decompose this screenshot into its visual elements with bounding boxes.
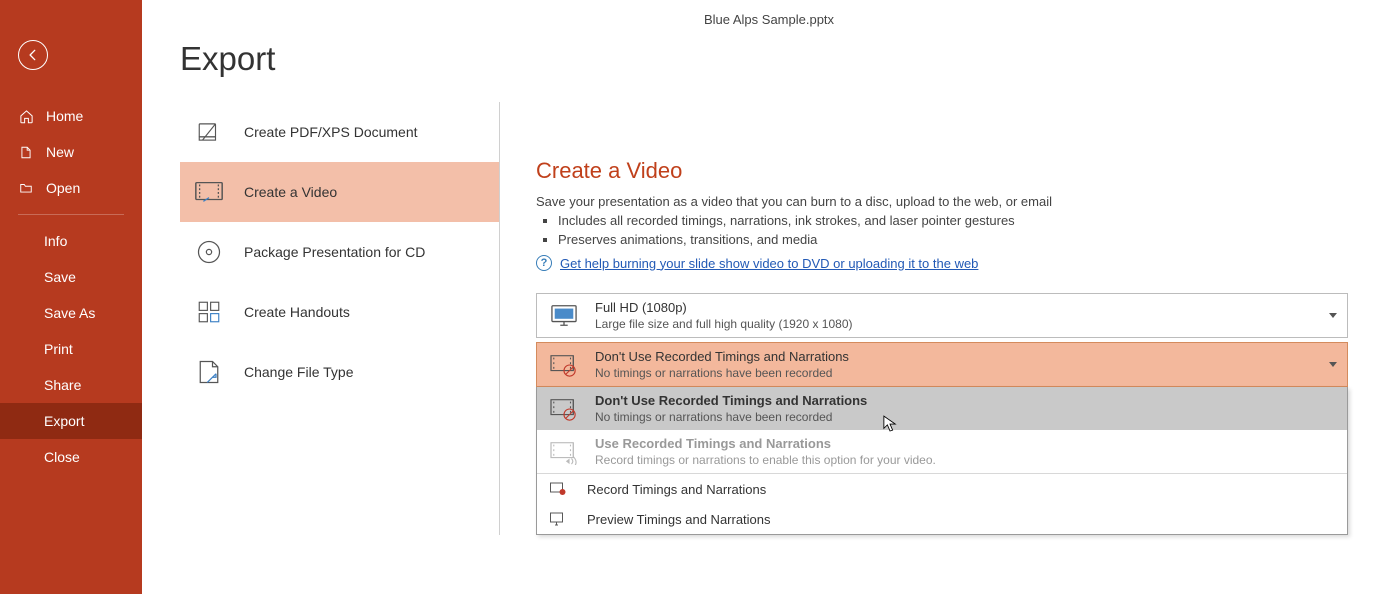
dropdown-title: Don't Use Recorded Timings and Narration…	[595, 349, 1321, 364]
sidebar-item-open[interactable]: Open	[0, 170, 142, 206]
section-title: Create a Video	[536, 158, 1348, 184]
help-link[interactable]: Get help burning your slide show video t…	[560, 256, 978, 271]
sidebar-item-share[interactable]: Share	[0, 367, 142, 403]
bullet-item: Preserves animations, transitions, and m…	[558, 232, 1348, 247]
dropdown-subtitle: Large file size and full high quality (1…	[595, 317, 1321, 331]
pdf-icon	[194, 117, 224, 147]
sidebar-item-info[interactable]: Info	[0, 223, 142, 259]
sidebar-item-export[interactable]: Export	[0, 403, 142, 439]
sidebar-divider	[18, 214, 124, 215]
timings-dropdown-popup: Don't Use Recorded Timings and Narration…	[536, 387, 1348, 535]
export-label: Create a Video	[244, 184, 337, 200]
sidebar-item-close[interactable]: Close	[0, 439, 142, 475]
export-label: Create Handouts	[244, 304, 350, 320]
export-change-filetype[interactable]: Change File Type	[180, 342, 499, 402]
create-video-panel: Create a Video Save your presentation as…	[500, 102, 1396, 535]
export-label: Create PDF/XPS Document	[244, 124, 418, 140]
back-button[interactable]	[18, 40, 48, 70]
preview-icon	[547, 510, 569, 528]
option-subtitle: Record timings or narrations to enable t…	[595, 453, 1337, 467]
export-pdf-xps[interactable]: Create PDF/XPS Document	[180, 102, 499, 162]
export-label: Package Presentation for CD	[244, 244, 425, 260]
chevron-down-icon	[1329, 362, 1337, 367]
option-title: Don't Use Recorded Timings and Narration…	[595, 393, 1337, 408]
dropdown-subtitle: No timings or narrations have been recor…	[595, 366, 1321, 380]
export-type-list: Create PDF/XPS Document Create a Video P…	[180, 102, 500, 535]
action-label: Record Timings and Narrations	[587, 482, 766, 497]
backstage-sidebar: Home New Open Info Save Save As Print Sh…	[0, 0, 142, 594]
open-icon	[18, 180, 34, 196]
new-icon	[18, 144, 34, 160]
monitor-icon	[547, 301, 581, 331]
sidebar-label: Home	[46, 108, 83, 124]
sidebar-item-save[interactable]: Save	[0, 259, 142, 295]
sidebar-label: New	[46, 144, 74, 160]
main-area: Blue Alps Sample.pptx Export Create PDF/…	[142, 0, 1396, 594]
sidebar-label: Open	[46, 180, 80, 196]
arrow-left-icon	[26, 48, 40, 62]
sidebar-item-new[interactable]: New	[0, 134, 142, 170]
export-package-cd[interactable]: Package Presentation for CD	[180, 222, 499, 282]
sidebar-item-home[interactable]: Home	[0, 98, 142, 134]
sidebar-item-saveas[interactable]: Save As	[0, 295, 142, 331]
video-icon	[194, 177, 224, 207]
option-title: Use Recorded Timings and Narrations	[595, 436, 1337, 451]
export-label: Change File Type	[244, 364, 353, 380]
export-handouts[interactable]: Create Handouts	[180, 282, 499, 342]
handouts-icon	[194, 297, 224, 327]
bullet-item: Includes all recorded timings, narration…	[558, 213, 1348, 228]
timings-dropdown[interactable]: Don't Use Recorded Timings and Narration…	[536, 342, 1348, 387]
cd-icon	[194, 237, 224, 267]
help-icon: ?	[536, 255, 552, 271]
export-create-video[interactable]: Create a Video	[180, 162, 499, 222]
option-subtitle: No timings or narrations have been recor…	[595, 410, 1337, 424]
record-icon	[547, 480, 569, 498]
filetype-icon	[194, 357, 224, 387]
filmstrip-sound-icon	[547, 437, 581, 467]
page-title: Export	[180, 40, 1396, 78]
option-use-timings: Use Recorded Timings and Narrations Reco…	[537, 430, 1347, 473]
filmstrip-no-icon	[547, 350, 581, 380]
section-description: Save your presentation as a video that y…	[536, 194, 1348, 209]
preview-timings-action[interactable]: Preview Timings and Narrations	[537, 504, 1347, 534]
feature-bullets: Includes all recorded timings, narration…	[558, 213, 1348, 247]
filmstrip-no-icon	[547, 394, 581, 424]
option-dont-use-timings[interactable]: Don't Use Recorded Timings and Narration…	[537, 387, 1347, 430]
action-label: Preview Timings and Narrations	[587, 512, 771, 527]
dropdown-title: Full HD (1080p)	[595, 300, 1321, 315]
record-timings-action[interactable]: Record Timings and Narrations	[537, 474, 1347, 504]
chevron-down-icon	[1329, 313, 1337, 318]
video-quality-dropdown[interactable]: Full HD (1080p) Large file size and full…	[536, 293, 1348, 338]
sidebar-item-print[interactable]: Print	[0, 331, 142, 367]
home-icon	[18, 108, 34, 124]
